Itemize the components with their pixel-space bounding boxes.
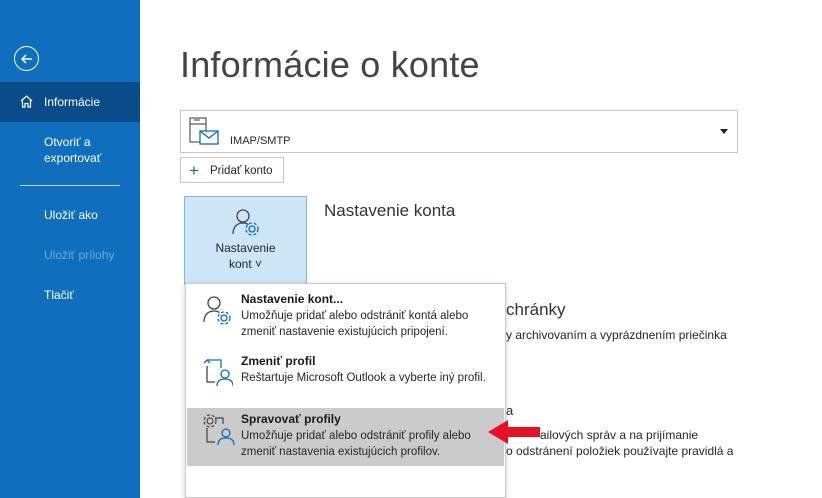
sidebar-item-label: Informácie bbox=[44, 95, 101, 109]
sidebar-item-open-export[interactable]: Otvoriť a exportovať bbox=[0, 132, 140, 172]
menu-item-title: Spravovať profily bbox=[241, 412, 341, 426]
page-title: Informácie o konte bbox=[180, 44, 480, 85]
sidebar-item-label: exportovať bbox=[44, 151, 102, 165]
back-button[interactable] bbox=[14, 46, 39, 71]
account-settings-icon bbox=[203, 296, 231, 325]
home-icon bbox=[20, 95, 33, 108]
account-settings-icon bbox=[232, 209, 259, 236]
account-selector-value: IMAP/SMTP bbox=[230, 135, 291, 147]
account-settings-menu: Nastavenie kont... Umožňuje pridať alebo… bbox=[185, 283, 506, 498]
backstage-sidebar: Informácie Otvoriť a exportovať Uložiť a… bbox=[0, 0, 140, 498]
menu-item-change-profile[interactable]: Zmeniť profil Reštartuje Microsoft Outlo… bbox=[187, 350, 504, 406]
sidebar-item-info[interactable]: Informácie bbox=[0, 82, 140, 122]
annotation-arrow-icon bbox=[488, 420, 540, 444]
sidebar-item-save-as[interactable]: Uložiť ako bbox=[0, 206, 140, 226]
account-settings-label: Nastavenie bbox=[215, 241, 276, 255]
add-account-button[interactable]: + Pridať konto bbox=[180, 157, 284, 183]
menu-item-manage-profiles[interactable]: Spravovať profily Umožňuje pridať alebo … bbox=[187, 408, 504, 466]
sidebar-divider bbox=[20, 185, 120, 186]
account-settings-label: kont ˅ bbox=[228, 257, 263, 271]
sidebar-item-label: Uložiť ako bbox=[44, 208, 98, 222]
sidebar-item-label: Otvoriť a bbox=[44, 135, 91, 149]
change-profile-icon bbox=[203, 359, 233, 387]
menu-item-title: Zmeniť profil bbox=[241, 354, 316, 368]
plus-icon: + bbox=[189, 161, 199, 180]
chevron-down-icon bbox=[720, 129, 728, 134]
mailbox-heading-fragment: chránky bbox=[506, 300, 566, 319]
menu-item-title: Nastavenie kont... bbox=[241, 292, 344, 306]
menu-item-description: Reštartuje Microsoft Outlook a vyberte i… bbox=[241, 372, 486, 384]
mailbox-desc-fragment: y archivovaním a vyprázdnením priečinka bbox=[506, 328, 727, 342]
sidebar-item-save-attachments[interactable]: Uložiť prílohy bbox=[0, 246, 140, 266]
sidebar-item-label: Uložiť prílohy bbox=[44, 248, 115, 262]
rules-desc-fragment: o odstránení položiek používajte pravidl… bbox=[506, 444, 734, 458]
add-account-label: Pridať konto bbox=[210, 165, 273, 177]
mailbox-icon bbox=[189, 117, 219, 145]
menu-item-description: Umožňuje pridať alebo odstrániť profily … bbox=[241, 430, 471, 458]
back-arrow-icon bbox=[20, 54, 32, 64]
menu-item-account-settings[interactable]: Nastavenie kont... Umožňuje pridať alebo… bbox=[187, 288, 504, 346]
menu-item-description: Umožňuje pridať alebo odstrániť kontá al… bbox=[241, 310, 469, 338]
rules-heading-fragment: a bbox=[506, 403, 514, 418]
account-selector[interactable]: IMAP/SMTP bbox=[180, 110, 738, 153]
manage-profiles-icon bbox=[203, 414, 235, 446]
account-settings-button[interactable]: Nastavenie kont ˅ bbox=[184, 196, 307, 285]
section-heading: Nastavenie konta bbox=[324, 201, 456, 220]
rules-desc-fragment: ailových správ a na prijímanie bbox=[540, 428, 699, 442]
sidebar-item-label: Tlačiť bbox=[44, 288, 74, 302]
sidebar-item-print[interactable]: Tlačiť bbox=[0, 286, 140, 306]
